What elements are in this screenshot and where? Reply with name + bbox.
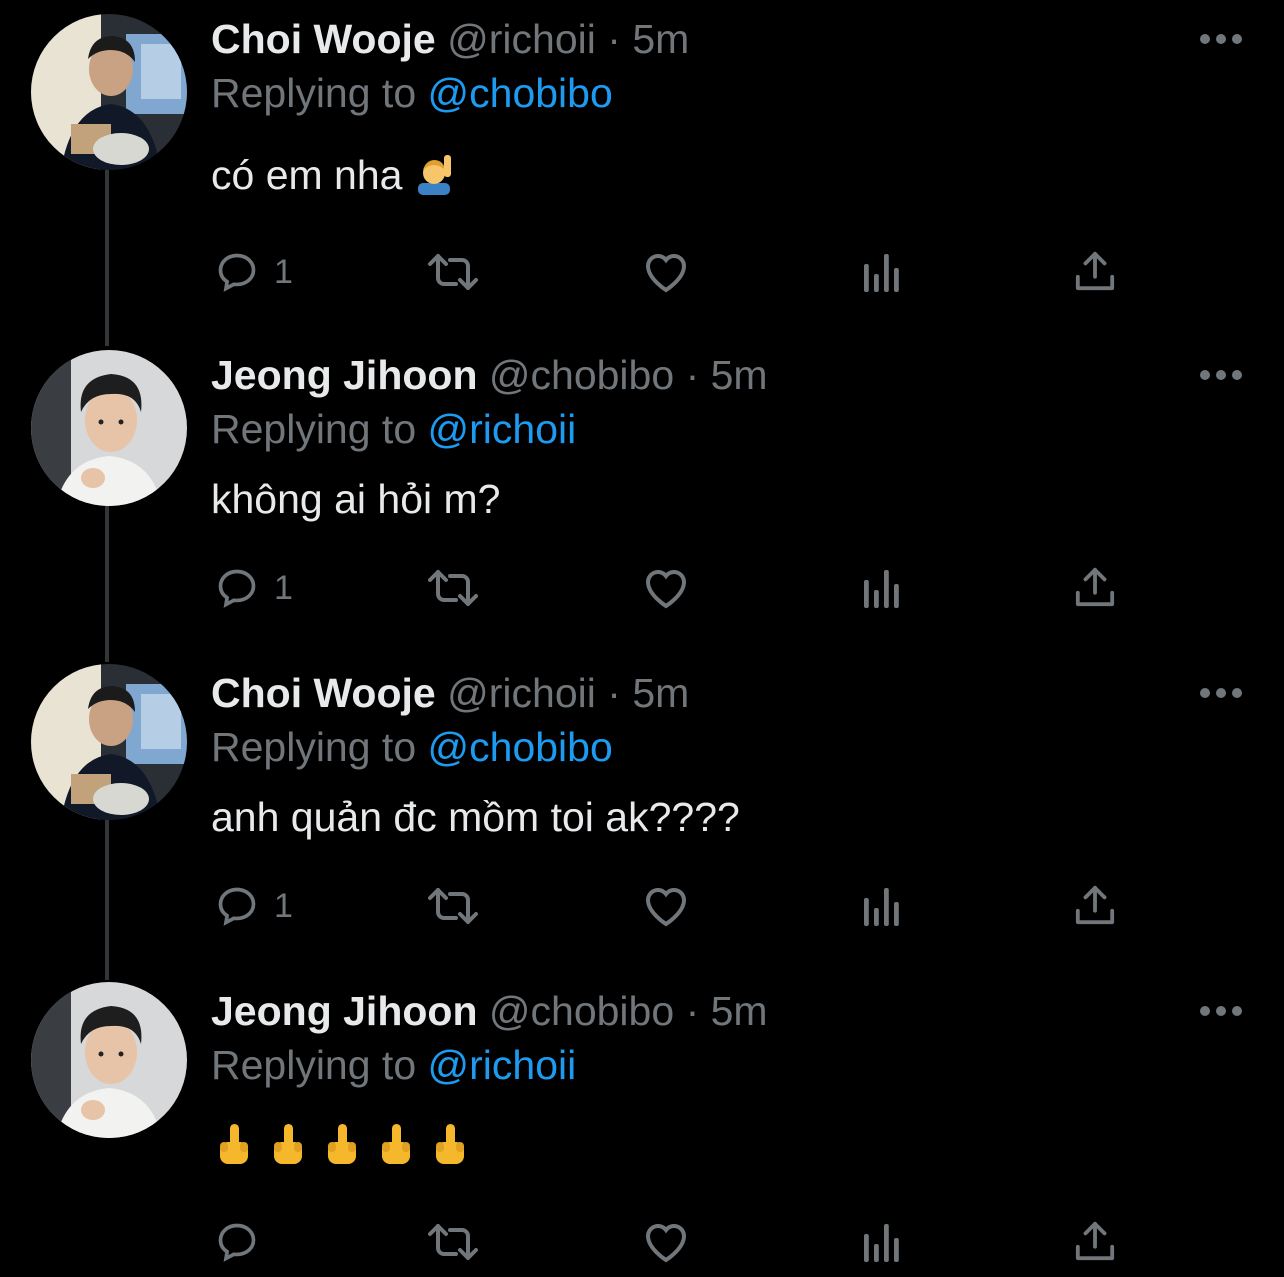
tweet-text — [214, 1124, 470, 1179]
retweet-button[interactable] — [426, 252, 480, 292]
tweet-text-content: có em nha — [211, 152, 403, 198]
reply-count: 1 — [274, 568, 293, 607]
share-button[interactable] — [1074, 1220, 1116, 1262]
share-button[interactable] — [1074, 250, 1116, 292]
middle-finger-emoji — [268, 1124, 308, 1179]
reply-button[interactable] — [214, 1220, 274, 1264]
person-raising-hand-emoji — [414, 153, 456, 206]
like-button[interactable] — [642, 1220, 690, 1264]
replying-label: Replying to — [211, 70, 417, 116]
middle-finger-emoji — [430, 1124, 470, 1179]
retweet-button[interactable] — [426, 1222, 480, 1262]
timestamp[interactable]: 5m — [632, 670, 689, 716]
thread-line — [105, 820, 109, 980]
analytics-icon[interactable] — [862, 886, 902, 926]
analytics-icon[interactable] — [862, 568, 902, 608]
reply-button[interactable]: 1 — [214, 250, 293, 294]
timestamp[interactable]: 5m — [711, 988, 768, 1034]
replying-to-handle[interactable]: @richoii — [428, 1042, 577, 1088]
more-icon[interactable] — [1198, 368, 1244, 382]
display-name[interactable]: Jeong Jihoon — [211, 988, 478, 1034]
replying-to-handle[interactable]: @chobibo — [428, 724, 613, 770]
timestamp[interactable]: 5m — [711, 352, 768, 398]
separator-dot: · — [685, 352, 700, 398]
display-name[interactable]: Jeong Jihoon — [211, 352, 478, 398]
middle-finger-emoji — [376, 1124, 416, 1179]
analytics-icon[interactable] — [862, 252, 902, 292]
tweet-text: không ai hỏi m? — [211, 476, 501, 522]
separator-dot: · — [607, 16, 621, 62]
timestamp[interactable]: 5m — [632, 16, 689, 62]
reply-count: 1 — [274, 252, 293, 291]
tweet-header: Choi Wooje @richoii · 5m — [211, 668, 689, 718]
more-icon[interactable] — [1198, 1004, 1244, 1018]
replying-label: Replying to — [211, 406, 417, 452]
avatar[interactable] — [31, 350, 187, 506]
replying-to-handle[interactable]: @chobibo — [428, 70, 613, 116]
like-button[interactable] — [642, 566, 690, 610]
thread-line — [105, 166, 109, 346]
replying-label: Replying to — [211, 724, 417, 770]
replying-to: Replying to @chobibo — [211, 722, 613, 772]
tweet-text: anh quản đc mồm toi ak???? — [211, 794, 740, 840]
separator-dot: · — [685, 988, 700, 1034]
middle-finger-emoji — [322, 1124, 362, 1179]
replying-to: Replying to @chobibo — [211, 68, 613, 118]
analytics-icon[interactable] — [862, 1222, 902, 1262]
tweet-header: Jeong Jihoon @chobibo · 5m — [211, 350, 768, 400]
avatar[interactable] — [31, 982, 187, 1138]
reply-button[interactable]: 1 — [214, 884, 293, 928]
avatar[interactable] — [31, 14, 187, 170]
separator-dot: · — [607, 670, 621, 716]
handle[interactable]: @chobibo — [489, 352, 674, 398]
more-icon[interactable] — [1198, 686, 1244, 700]
handle[interactable]: @richoii — [447, 16, 596, 62]
middle-finger-emoji — [214, 1124, 254, 1179]
avatar[interactable] — [31, 664, 187, 820]
like-button[interactable] — [642, 250, 690, 294]
retweet-button[interactable] — [426, 568, 480, 608]
reply-count: 1 — [274, 886, 293, 925]
share-button[interactable] — [1074, 884, 1116, 926]
more-icon[interactable] — [1198, 32, 1244, 46]
reply-button[interactable]: 1 — [214, 566, 293, 610]
replying-to: Replying to @richoii — [211, 404, 576, 454]
replying-to: Replying to @richoii — [211, 1040, 576, 1090]
tweet-header: Jeong Jihoon @chobibo · 5m — [211, 986, 768, 1036]
retweet-button[interactable] — [426, 886, 480, 926]
handle[interactable]: @richoii — [447, 670, 596, 716]
like-button[interactable] — [642, 884, 690, 928]
tweet-text: có em nha — [211, 150, 456, 206]
replying-label: Replying to — [211, 1042, 417, 1088]
tweet-header: Choi Wooje @richoii · 5m — [211, 14, 689, 64]
display-name[interactable]: Choi Wooje — [211, 16, 436, 62]
thread-line — [105, 502, 109, 662]
share-button[interactable] — [1074, 566, 1116, 608]
display-name[interactable]: Choi Wooje — [211, 670, 436, 716]
handle[interactable]: @chobibo — [489, 988, 674, 1034]
replying-to-handle[interactable]: @richoii — [428, 406, 577, 452]
